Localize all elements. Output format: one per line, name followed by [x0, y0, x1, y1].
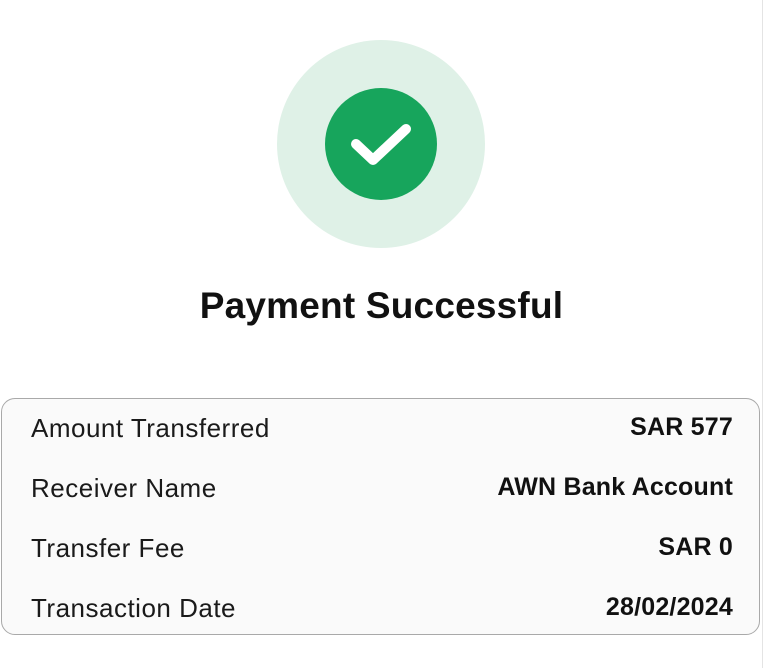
transaction-details-card: Amount Transferred SAR 577 Receiver Name… — [1, 398, 760, 635]
detail-row-amount: Amount Transferred SAR 577 — [2, 408, 761, 448]
page-title: Payment Successful — [199, 285, 564, 326]
detail-row-date: Transaction Date 28/02/2024 — [2, 588, 761, 628]
transaction-date-label: Transaction Date — [31, 593, 237, 623]
transfer-fee-value: SAR 0 — [658, 533, 733, 561]
amount-transferred-label: Amount Transferred — [31, 413, 270, 443]
transaction-date-value: 28/02/2024 — [605, 593, 733, 621]
check-icon — [351, 124, 411, 165]
success-badge — [325, 88, 437, 200]
amount-transferred-value: SAR 577 — [630, 413, 733, 441]
receiver-name-value: AWN Bank Account — [497, 473, 733, 501]
transfer-fee-label: Transfer Fee — [31, 533, 185, 563]
detail-row-receiver: Receiver Name AWN Bank Account — [2, 468, 761, 508]
receiver-name-label: Receiver Name — [31, 473, 217, 503]
detail-row-fee: Transfer Fee SAR 0 — [2, 528, 761, 568]
payment-success-screen: Payment Successful Amount Transferred SA… — [0, 0, 763, 668]
